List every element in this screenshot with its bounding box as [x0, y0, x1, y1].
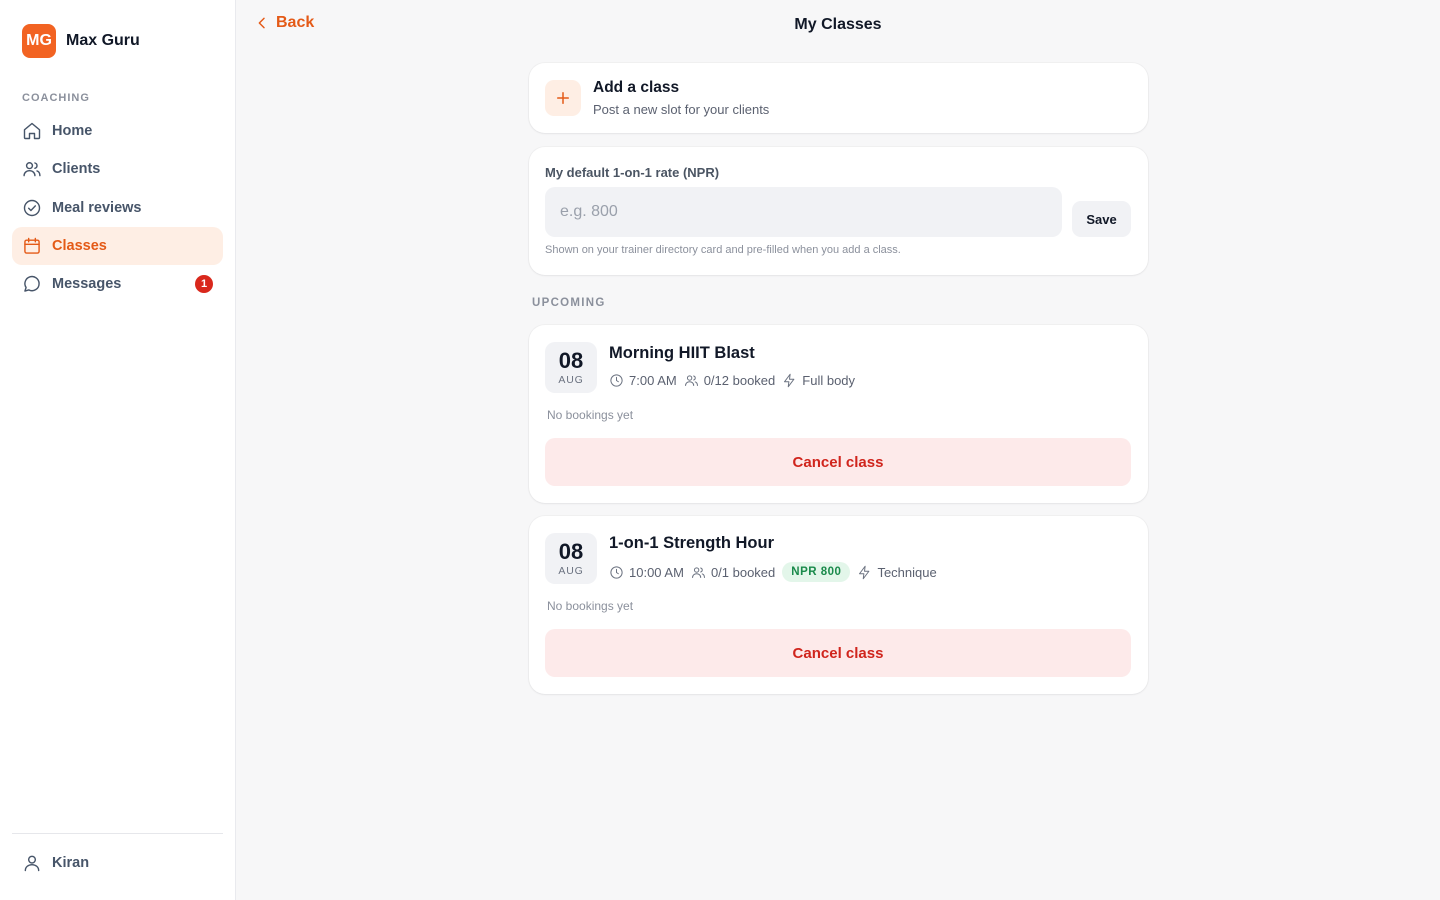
class-meta: 10:00 AM 0/1 booked NPR 800 Technique [609, 561, 944, 583]
brand-logo: MG [22, 24, 56, 58]
user-name: Kiran [52, 855, 90, 871]
class-booked-text: 0/1 booked [710, 564, 776, 580]
date-day: 08 [558, 539, 584, 564]
user-icon [24, 855, 40, 872]
brand[interactable]: MG Max Guru [22, 24, 140, 58]
rate-label: My default 1-on-1 rate (NPR) [545, 165, 720, 180]
date-month: AUG [558, 374, 584, 386]
message-icon [24, 276, 40, 292]
add-class-card[interactable]: Add a class Post a new slot for your cli… [529, 63, 1148, 133]
upcoming-section-label: UPCOMING [532, 297, 606, 309]
class-booked: 0/1 booked [691, 565, 775, 580]
back-button[interactable]: Back [254, 14, 314, 32]
plus-icon [545, 80, 581, 116]
class-focus-text: Technique [877, 564, 937, 580]
sidebar-section-label: COACHING [22, 92, 90, 104]
add-class-subtitle: Post a new slot for your clients [593, 102, 770, 117]
sidebar-item-meal-reviews[interactable]: Meal reviews [12, 189, 223, 227]
bookings-status: No bookings yet [547, 408, 634, 422]
rate-input[interactable] [545, 187, 1062, 237]
sidebar-item-label: Clients [52, 161, 101, 178]
sidebar-item-home[interactable]: Home [12, 112, 223, 150]
class-time: 10:00 AM [609, 565, 684, 580]
date-badge: 08 AUG [545, 533, 597, 584]
sidebar-item-label: Meal reviews [52, 199, 142, 216]
price-badge: NPR 800 [782, 562, 851, 582]
unread-badge: 1 [195, 275, 213, 294]
clock-icon [610, 373, 623, 387]
users-icon [684, 374, 698, 386]
brand-name: Max Guru [66, 32, 140, 49]
calendar-icon [24, 237, 40, 254]
sidebar-item-messages[interactable]: Messages 1 [12, 265, 223, 303]
home-icon [23, 122, 41, 140]
date-month: AUG [558, 565, 584, 577]
class-card: 08 AUG 1-on-1 Strength Hour 10:00 AM 0/1… [529, 516, 1148, 694]
rate-hint: Shown on your trainer directory card and… [545, 244, 901, 256]
cancel-class-button[interactable]: Cancel class [545, 629, 1131, 677]
page-title: My Classes [794, 16, 882, 33]
sidebar-item-classes[interactable]: Classes [12, 226, 223, 265]
lightning-icon [859, 565, 870, 579]
lightning-icon [784, 373, 795, 387]
date-badge: 08 AUG [545, 342, 597, 393]
sidebar-divider [12, 833, 223, 834]
class-time-text: 10:00 AM [629, 564, 684, 580]
save-button[interactable]: Save [1072, 201, 1131, 237]
users-icon [23, 162, 41, 177]
add-class-title: Add a class [593, 79, 680, 96]
class-focus: Technique [857, 564, 937, 580]
sidebar-item-label: Classes [52, 237, 107, 254]
class-time: 7:00 AM [609, 373, 677, 388]
class-booked-text: 0/12 booked [703, 372, 776, 388]
back-label: Back [276, 14, 315, 31]
class-meta: 7:00 AM 0/12 booked Full body [609, 369, 862, 391]
sidebar: MG Max Guru COACHING Home Clients Meal r… [0, 0, 236, 900]
class-time-text: 7:00 AM [629, 372, 677, 388]
class-focus-text: Full body [802, 372, 856, 388]
chevron-left-icon [258, 17, 265, 29]
class-focus: Full body [782, 373, 855, 388]
class-title: 1-on-1 Strength Hour [609, 534, 774, 552]
bookings-status: No bookings yet [547, 599, 634, 613]
sidebar-nav: Home Clients Meal reviews Classes Messag… [12, 112, 223, 303]
sidebar-user[interactable]: Kiran [22, 853, 89, 873]
users-icon [692, 566, 705, 578]
class-booked: 0/12 booked [684, 372, 776, 388]
clock-icon [610, 565, 623, 579]
check-circle-icon [23, 199, 41, 216]
class-title: Morning HIIT Blast [609, 344, 755, 362]
class-card: 08 AUG Morning HIIT Blast 7:00 AM 0/12 b… [529, 325, 1148, 503]
default-rate-card: My default 1-on-1 rate (NPR) Save Shown … [529, 147, 1148, 275]
sidebar-item-label: Home [52, 123, 93, 139]
date-day: 08 [558, 348, 584, 373]
cancel-class-button[interactable]: Cancel class [545, 438, 1131, 486]
sidebar-item-label: Messages [52, 276, 122, 293]
sidebar-item-clients[interactable]: Clients [12, 150, 223, 188]
